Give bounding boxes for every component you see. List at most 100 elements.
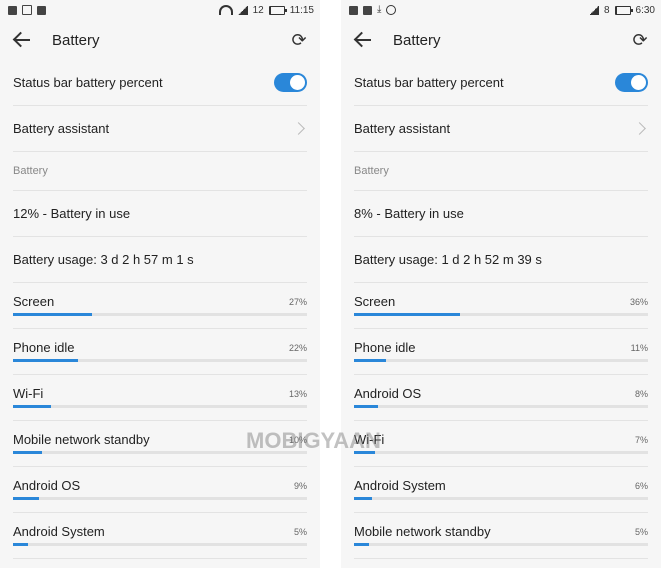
usage-percent: 9% <box>293 481 307 491</box>
usage-bar <box>354 497 648 500</box>
usage-bar-fill <box>13 497 40 500</box>
chevron-right-icon <box>292 122 305 135</box>
usage-bar-fill <box>354 359 387 362</box>
usage-name: Android System <box>13 524 105 539</box>
usage-name: Screen <box>354 294 396 309</box>
status-bar: 12 11:15 <box>0 0 320 20</box>
usage-item[interactable]: Screen 36% <box>354 283 648 329</box>
usage-bar <box>13 405 307 408</box>
wifi-icon <box>218 5 233 15</box>
usage-bar <box>354 451 648 454</box>
signal-text: 8 <box>603 4 610 16</box>
usage-bar <box>354 313 648 316</box>
usage-percent: 36% <box>629 297 648 307</box>
usage-bar <box>13 497 307 500</box>
refresh-icon[interactable]: ⟳ <box>631 31 649 49</box>
usage-name: Mobile network standby <box>13 432 150 447</box>
signal-icon <box>237 5 248 15</box>
usage-list: Screen 27% Phone idle 22% Wi-Fi 13% Mobi… <box>0 283 320 559</box>
square-icon <box>22 5 32 15</box>
gallery-icon <box>363 5 372 15</box>
setting-label: Status bar battery percent <box>13 75 163 90</box>
page-title: Battery <box>393 31 441 49</box>
usage-bar <box>13 543 307 546</box>
usage-bar-fill <box>13 359 78 362</box>
usage-percent: 6% <box>634 481 648 491</box>
download-icon: ⤓ <box>377 4 382 15</box>
usage-item[interactable]: Wi-Fi 7% <box>354 421 648 467</box>
battery-percent-setting[interactable]: Status bar battery percent <box>354 60 648 106</box>
usage-percent: 8% <box>634 389 648 399</box>
battery-percent-toggle[interactable] <box>615 73 648 92</box>
phone-screen-right: ⤓ 8 6:30 Battery ⟳ Status bar battery pe… <box>341 0 661 568</box>
usage-percent: 5% <box>293 527 307 537</box>
refresh-icon[interactable]: ⟳ <box>290 31 308 49</box>
usage-item[interactable]: Phone idle 22% <box>13 329 307 375</box>
usage-name: Android OS <box>354 386 422 401</box>
usage-name: Android OS <box>13 478 81 493</box>
usage-item[interactable]: Android System 5% <box>13 513 307 559</box>
image-icon <box>349 5 358 15</box>
usage-name: Mobile network standby <box>354 524 491 539</box>
usage-item[interactable]: Wi-Fi 13% <box>13 375 307 421</box>
app-bar: Battery ⟳ <box>341 20 661 60</box>
section-header: Battery <box>354 152 648 191</box>
watermark-logo: MOBIGYAAN <box>246 428 381 453</box>
setting-label: Battery assistant <box>13 121 110 136</box>
battery-status-text: 12% - Battery in use <box>13 206 131 221</box>
battery-status: 12% - Battery in use <box>13 191 307 237</box>
usage-item[interactable]: Android OS 9% <box>13 467 307 513</box>
usage-item[interactable]: Android OS 8% <box>354 375 648 421</box>
battery-status: 8% - Battery in use <box>354 191 648 237</box>
usage-bar-fill <box>354 313 460 316</box>
usage-bar <box>13 313 307 316</box>
chevron-right-icon <box>633 122 646 135</box>
phone-screen-left: 12 11:15 Battery ⟳ Status bar battery pe… <box>0 0 320 568</box>
usage-name: Wi-Fi <box>13 386 44 401</box>
section-label: Battery <box>13 165 48 177</box>
clock: 11:15 <box>289 4 314 16</box>
battery-assistant-item[interactable]: Battery assistant <box>13 106 307 152</box>
back-arrow-icon[interactable] <box>353 30 373 50</box>
toggle-knob <box>631 75 646 90</box>
battery-usage-time: Battery usage: 3 d 2 h 57 m 1 s <box>13 237 307 283</box>
usage-bar-fill <box>13 543 28 546</box>
toggle-knob <box>290 75 305 90</box>
usage-time-text: Battery usage: 1 d 2 h 52 m 39 s <box>354 252 542 267</box>
signal-icon <box>588 5 599 15</box>
usage-percent: 13% <box>288 389 307 399</box>
usage-name: Android System <box>354 478 446 493</box>
section-header: Battery <box>13 152 307 191</box>
usage-bar-fill <box>354 405 378 408</box>
gallery-icon <box>37 5 46 15</box>
usage-bar-fill <box>354 497 372 500</box>
usage-bar-fill <box>354 543 369 546</box>
page-title: Battery <box>52 31 100 49</box>
usage-name: Phone idle <box>354 340 416 355</box>
usage-time-text: Battery usage: 3 d 2 h 57 m 1 s <box>13 252 194 267</box>
usage-item[interactable]: Screen 27% <box>13 283 307 329</box>
setting-label: Battery assistant <box>354 121 451 136</box>
usage-item[interactable]: Mobile network standby 5% <box>354 513 648 559</box>
back-arrow-icon[interactable] <box>12 30 32 50</box>
signal-text: 12 <box>252 4 264 16</box>
battery-assistant-item[interactable]: Battery assistant <box>354 106 648 152</box>
image-icon <box>8 5 17 15</box>
battery-usage-time: Battery usage: 1 d 2 h 52 m 39 s <box>354 237 648 283</box>
battery-percent-setting[interactable]: Status bar battery percent <box>13 60 307 106</box>
usage-percent: 5% <box>634 527 648 537</box>
usage-bar <box>13 359 307 362</box>
usage-bar <box>354 543 648 546</box>
app-bar: Battery ⟳ <box>0 20 320 60</box>
battery-icon <box>268 5 287 15</box>
battery-percent-toggle[interactable] <box>274 73 307 92</box>
status-bar: ⤓ 8 6:30 <box>341 0 661 20</box>
usage-name: Screen <box>13 294 55 309</box>
usage-bar-fill <box>13 405 52 408</box>
usage-bar-fill <box>13 313 93 316</box>
usage-item[interactable]: Android System 6% <box>354 467 648 513</box>
usage-bar <box>354 359 648 362</box>
setting-label: Status bar battery percent <box>354 75 504 90</box>
usage-item[interactable]: Phone idle 11% <box>354 329 648 375</box>
usage-percent: 11% <box>630 343 648 353</box>
